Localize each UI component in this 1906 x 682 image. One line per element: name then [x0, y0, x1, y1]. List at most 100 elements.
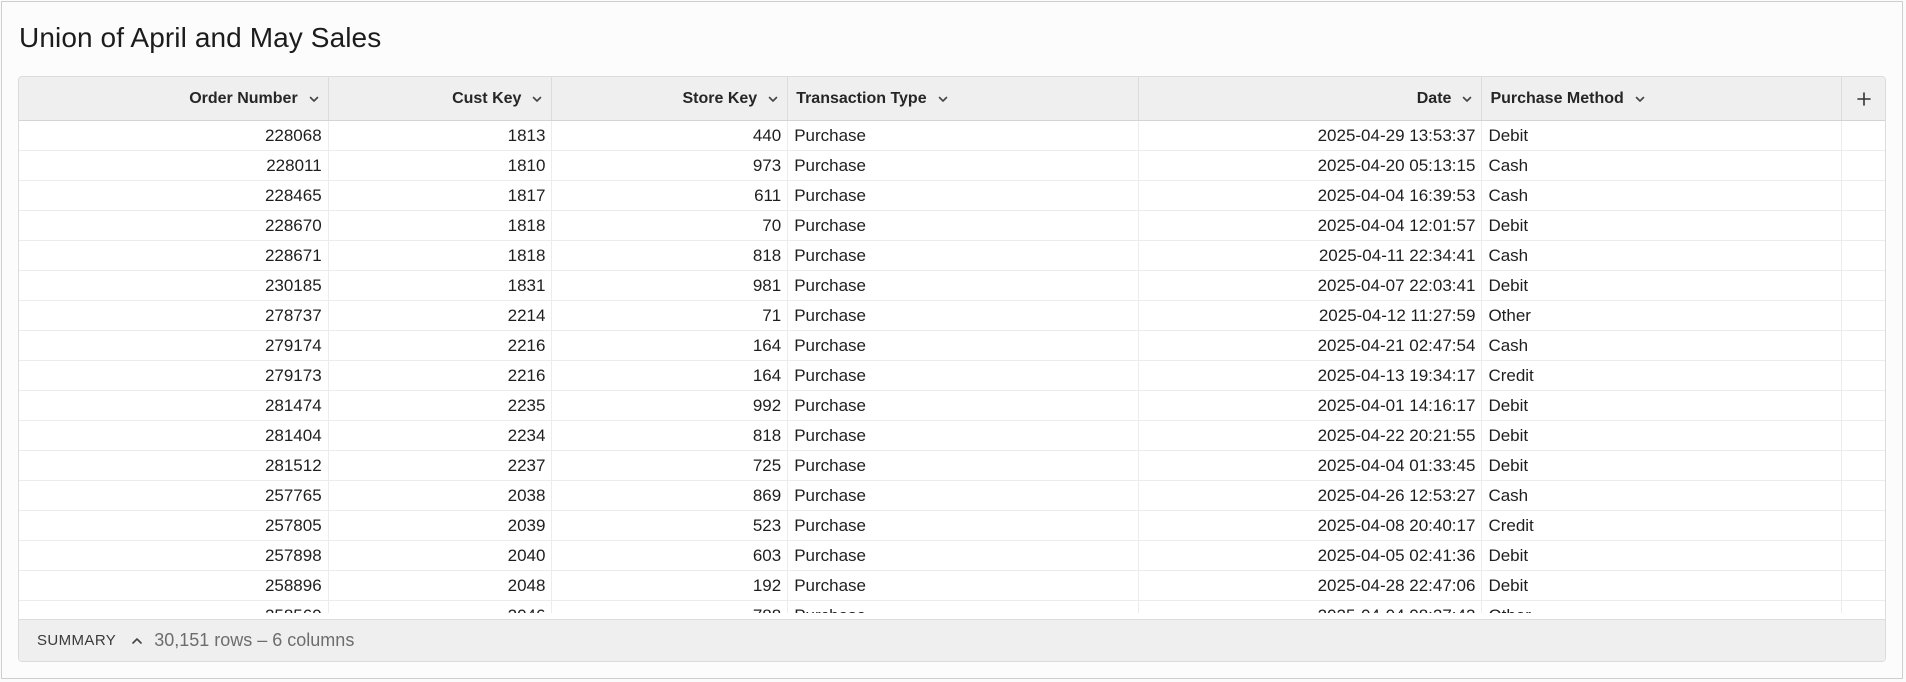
- table-cell[interactable]: Cash: [1482, 241, 1843, 271]
- table-cell[interactable]: Purchase: [788, 511, 1139, 541]
- table-cell[interactable]: 2216: [329, 361, 553, 391]
- table-cell[interactable]: Purchase: [788, 121, 1139, 151]
- table-cell[interactable]: Purchase: [788, 361, 1139, 391]
- table-cell[interactable]: Purchase: [788, 271, 1139, 301]
- table-cell[interactable]: 2025-04-04 16:39:53: [1139, 181, 1483, 211]
- table-cell[interactable]: Credit: [1482, 361, 1843, 391]
- table-cell[interactable]: 2025-04-11 22:34:41: [1139, 241, 1483, 271]
- table-cell[interactable]: 71: [552, 301, 789, 331]
- table-cell[interactable]: 2234: [329, 421, 553, 451]
- table-cell[interactable]: 228670: [19, 211, 329, 241]
- summary-toggle-label[interactable]: SUMMARY: [37, 632, 116, 649]
- table-cell[interactable]: Purchase: [788, 301, 1139, 331]
- table-cell[interactable]: Purchase: [788, 541, 1139, 571]
- table-cell[interactable]: Purchase: [788, 391, 1139, 421]
- table-cell[interactable]: 2025-04-01 14:16:17: [1139, 391, 1483, 421]
- chevron-down-icon[interactable]: [1461, 93, 1473, 105]
- table-cell[interactable]: Purchase: [788, 481, 1139, 511]
- table-cell[interactable]: Cash: [1482, 481, 1843, 511]
- column-header-transaction-type[interactable]: Transaction Type: [788, 77, 1139, 120]
- table-row[interactable]: 228011 1810 973 Purchase 2025-04-20 05:13:15…: [19, 151, 1885, 181]
- table-body[interactable]: 228068 1813 440 Purchase 2025-04-29 13:53:37…: [19, 121, 1885, 613]
- table-cell[interactable]: 1831: [329, 271, 553, 301]
- table-row[interactable]: 279174 2216 164 Purchase 2025-04-21 02:47:54…: [19, 331, 1885, 361]
- table-cell[interactable]: 2025-04-26 12:53:27: [1139, 481, 1483, 511]
- table-cell[interactable]: 257805: [19, 511, 329, 541]
- table-cell[interactable]: 2216: [329, 331, 553, 361]
- table-cell[interactable]: 2025-04-07 22:03:41: [1139, 271, 1483, 301]
- table-cell[interactable]: 281474: [19, 391, 329, 421]
- column-header-order-number[interactable]: Order Number: [19, 77, 329, 120]
- add-column-button[interactable]: [1842, 77, 1885, 120]
- table-cell[interactable]: 281512: [19, 451, 329, 481]
- table-cell[interactable]: Debit: [1482, 271, 1843, 301]
- table-cell[interactable]: 230185: [19, 271, 329, 301]
- table-row[interactable]: 230185 1831 981 Purchase 2025-04-07 22:03:41…: [19, 271, 1885, 301]
- table-cell[interactable]: 1817: [329, 181, 553, 211]
- table-cell[interactable]: 2025-04-22 20:21:55: [1139, 421, 1483, 451]
- table-row[interactable]: 278737 2214 71 Purchase 2025-04-12 11:27:59 O…: [19, 301, 1885, 331]
- table-cell[interactable]: 440: [552, 121, 789, 151]
- table-cell[interactable]: 2039: [329, 511, 553, 541]
- column-header-store-key[interactable]: Store Key: [552, 77, 789, 120]
- table-cell[interactable]: 2025-04-21 02:47:54: [1139, 331, 1483, 361]
- table-cell[interactable]: 258896: [19, 571, 329, 601]
- table-row[interactable]: 228465 1817 611 Purchase 2025-04-04 16:39:53…: [19, 181, 1885, 211]
- table-cell[interactable]: 257765: [19, 481, 329, 511]
- table-cell[interactable]: 725: [552, 451, 789, 481]
- chevron-down-icon[interactable]: [1634, 93, 1646, 105]
- table-cell[interactable]: 2040: [329, 541, 553, 571]
- table-cell[interactable]: 2046: [329, 601, 553, 613]
- table-cell[interactable]: 2235: [329, 391, 553, 421]
- table-cell[interactable]: Purchase: [788, 571, 1139, 601]
- table-cell[interactable]: Cash: [1482, 181, 1843, 211]
- table-cell[interactable]: 611: [552, 181, 789, 211]
- table-cell[interactable]: 973: [552, 151, 789, 181]
- table-cell[interactable]: Debit: [1482, 571, 1843, 601]
- table-cell[interactable]: 2025-04-05 02:41:36: [1139, 541, 1483, 571]
- table-cell[interactable]: Purchase: [788, 151, 1139, 181]
- table-cell[interactable]: Purchase: [788, 601, 1139, 613]
- table-cell[interactable]: Debit: [1482, 121, 1843, 151]
- table-cell[interactable]: 2025-04-12 11:27:59: [1139, 301, 1483, 331]
- table-cell[interactable]: Debit: [1482, 541, 1843, 571]
- table-cell[interactable]: 279173: [19, 361, 329, 391]
- table-cell[interactable]: Cash: [1482, 331, 1843, 361]
- table-cell[interactable]: 1818: [329, 241, 553, 271]
- table-row[interactable]: 257765 2038 869 Purchase 2025-04-26 12:53:27…: [19, 481, 1885, 511]
- table-cell[interactable]: Cash: [1482, 151, 1843, 181]
- table-cell[interactable]: Other: [1482, 601, 1843, 613]
- table-cell[interactable]: 281404: [19, 421, 329, 451]
- table-cell[interactable]: 228671: [19, 241, 329, 271]
- table-cell[interactable]: 981: [552, 271, 789, 301]
- table-cell[interactable]: 2237: [329, 451, 553, 481]
- column-header-cust-key[interactable]: Cust Key: [329, 77, 553, 120]
- table-cell[interactable]: 258569: [19, 601, 329, 613]
- chevron-up-icon[interactable]: [130, 634, 144, 648]
- chevron-down-icon[interactable]: [767, 93, 779, 105]
- table-cell[interactable]: 228011: [19, 151, 329, 181]
- table-row[interactable]: 228671 1818 818 Purchase 2025-04-11 22:34:41…: [19, 241, 1885, 271]
- table-cell[interactable]: Purchase: [788, 181, 1139, 211]
- table-cell[interactable]: 2038: [329, 481, 553, 511]
- table-cell[interactable]: 818: [552, 241, 789, 271]
- table-cell[interactable]: 279174: [19, 331, 329, 361]
- table-cell[interactable]: Debit: [1482, 211, 1843, 241]
- column-header-purchase-method[interactable]: Purchase Method: [1482, 77, 1843, 120]
- table-row[interactable]: 257805 2039 523 Purchase 2025-04-08 20:40:17…: [19, 511, 1885, 541]
- table-cell[interactable]: 1810: [329, 151, 553, 181]
- table-row[interactable]: 228068 1813 440 Purchase 2025-04-29 13:53:37…: [19, 121, 1885, 151]
- table-cell[interactable]: 818: [552, 421, 789, 451]
- table-cell[interactable]: 2025-04-08 20:40:17: [1139, 511, 1483, 541]
- table-cell[interactable]: 523: [552, 511, 789, 541]
- table-cell[interactable]: 2025-04-20 05:13:15: [1139, 151, 1483, 181]
- table-cell[interactable]: 2025-04-28 22:47:06: [1139, 571, 1483, 601]
- table-row[interactable]: 258896 2048 192 Purchase 2025-04-28 22:47:06…: [19, 571, 1885, 601]
- table-cell[interactable]: 2025-04-04 01:33:45: [1139, 451, 1483, 481]
- table-cell[interactable]: 869: [552, 481, 789, 511]
- table-cell[interactable]: Purchase: [788, 241, 1139, 271]
- table-row[interactable]: 281512 2237 725 Purchase 2025-04-04 01:33:45…: [19, 451, 1885, 481]
- column-header-date[interactable]: Date: [1139, 77, 1483, 120]
- table-cell[interactable]: Purchase: [788, 211, 1139, 241]
- table-cell[interactable]: 2025-04-04 12:01:57: [1139, 211, 1483, 241]
